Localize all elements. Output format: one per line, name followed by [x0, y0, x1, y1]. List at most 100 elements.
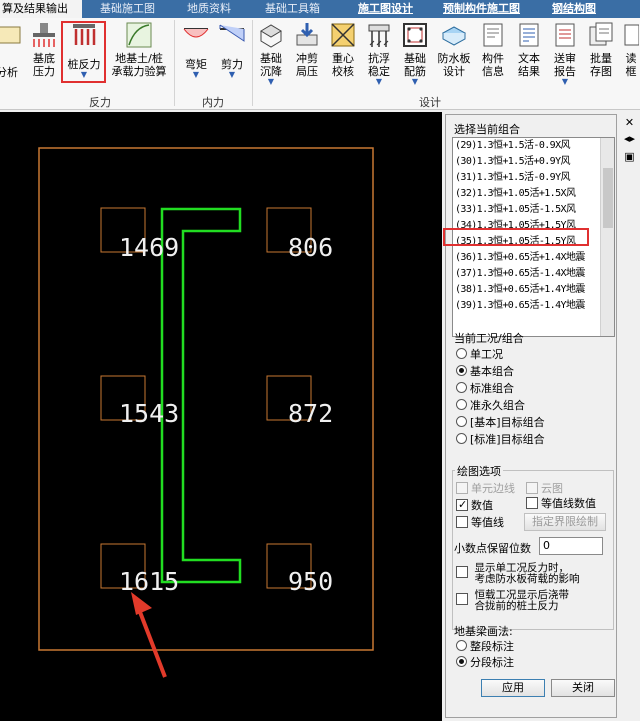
- ribbon-tabbar: 算及结果输出 基础施工图 地质资料 基础工具箱 施工图设计 预制构件施工图 钢结…: [0, 0, 640, 18]
- opt-cloud[interactable]: 云图: [526, 482, 563, 498]
- shear-wall-outline: [160, 207, 242, 584]
- ribbon: 分析 基底 压力 桩反力 ▼ 地基土/桩 承载力验算 弯矩 ▼ 剪力 ▼ 基础 …: [0, 18, 640, 110]
- combo-list-item[interactable]: (29)1.3恒+1.5活-0.9X风: [453, 138, 614, 154]
- scrollbar-thumb[interactable]: [603, 168, 613, 228]
- radio-button[interactable]: [456, 399, 467, 410]
- settlement-button[interactable]: 基础 沉降 ▼: [254, 21, 288, 93]
- selected-combo-highlight: [443, 228, 589, 246]
- group-label-design: 设计: [419, 96, 441, 109]
- group-label-internal: 内力: [202, 96, 224, 109]
- foundation-drawing: 1469 806 1543 872 1615 950: [38, 147, 374, 678]
- tab-precast[interactable]: 预制构件施工图: [423, 0, 530, 18]
- radio-button[interactable]: [456, 365, 467, 376]
- radio-button[interactable]: [456, 433, 467, 444]
- base-pressure-icon: [33, 23, 55, 47]
- anti-float-icon: [368, 24, 390, 47]
- radio-button[interactable]: [456, 382, 467, 393]
- text-result-button[interactable]: 文本 结果: [512, 21, 546, 93]
- close-icon[interactable]: ✕: [623, 116, 636, 129]
- checkbox[interactable]: [456, 566, 468, 578]
- case-option[interactable]: [标准]目标组合: [456, 432, 545, 448]
- options-panel: 选择当前组合 (29)1.3恒+1.5活-0.9X风 (30)1.3恒+1.5活+…: [443, 114, 617, 718]
- drawing-canvas[interactable]: 1469 806 1543 872 1615 950: [0, 112, 442, 721]
- anti-float-button[interactable]: 抗浮 稳定 ▼: [362, 21, 396, 93]
- analysis-icon: [0, 26, 21, 44]
- dropdown-arrow-icon: ▼: [375, 77, 383, 86]
- member-info-button[interactable]: 构件 信息: [476, 21, 510, 93]
- tab-steel[interactable]: 钢结构图: [530, 0, 606, 18]
- opt-single-case-slab[interactable]: 显示单工况反力时， 考虑防水板荷载的影响: [456, 563, 580, 587]
- panel-toggle-icon[interactable]: ▣: [623, 150, 636, 163]
- base-pressure-button[interactable]: 基底 压力: [26, 21, 62, 93]
- opt-contour-value[interactable]: 等值线数值: [526, 497, 596, 513]
- group-label-reaction: 反力: [89, 96, 111, 109]
- moment-button[interactable]: 弯矩 ▼: [178, 21, 214, 93]
- radio-button[interactable]: [456, 416, 467, 427]
- radio-button[interactable]: [456, 640, 467, 651]
- review-report-button[interactable]: 送审 报告 ▼: [548, 21, 582, 93]
- combo-list-item[interactable]: (33)1.3恒+1.05活-1.5X风: [453, 202, 614, 218]
- tab-analysis-output[interactable]: 算及结果输出: [0, 0, 82, 18]
- dropdown-arrow-icon: ▼: [561, 77, 569, 86]
- checkbox[interactable]: [456, 516, 468, 528]
- pile-value-5: 1615: [119, 567, 179, 596]
- boundary-draw-button[interactable]: 指定界限绘制: [524, 513, 606, 531]
- checkbox[interactable]: [456, 593, 468, 605]
- text-result-icon: [519, 23, 539, 47]
- combo-list-item[interactable]: (30)1.3恒+1.5活+0.9Y风: [453, 154, 614, 170]
- combo-list-item[interactable]: (39)1.3恒+0.65活-1.4Y地震: [453, 298, 614, 314]
- beam-option[interactable]: 分段标注: [456, 655, 514, 671]
- waterproof-slab-button[interactable]: 防水板 设计: [434, 21, 474, 93]
- apply-button[interactable]: 应用: [481, 679, 545, 697]
- rebar-button[interactable]: 基础 配筋 ▼: [398, 21, 432, 93]
- case-option[interactable]: 准永久组合: [456, 398, 525, 414]
- punching-button[interactable]: 冲剪 局压: [290, 21, 324, 93]
- checkbox[interactable]: [526, 497, 538, 509]
- opt-contour[interactable]: 等值线: [456, 516, 504, 532]
- read-frame-button[interactable]: 读 框: [622, 21, 640, 93]
- decimal-input[interactable]: 0: [539, 537, 603, 555]
- tab-construction-design[interactable]: 施工图设计: [330, 0, 423, 18]
- panel-side-strip: ✕ ◂▸ ▣: [619, 112, 640, 721]
- dropdown-arrow-icon: ▼: [228, 70, 236, 79]
- decimal-label: 小数点保留位数: [454, 542, 531, 555]
- case-option[interactable]: 标准组合: [456, 381, 514, 397]
- annotation-arrow: [131, 592, 167, 678]
- tab-foundation-drawing[interactable]: 基础施工图: [82, 0, 165, 18]
- pile-value-1: 1469: [119, 233, 179, 262]
- opt-element-edge[interactable]: 单元边线: [456, 482, 515, 498]
- tab-toolbox[interactable]: 基础工具箱: [241, 0, 330, 18]
- case-title: 当前工况/组合: [454, 332, 524, 345]
- combo-list-item[interactable]: (36)1.3恒+0.65活+1.4X地震: [453, 250, 614, 266]
- tab-geology[interactable]: 地质资料: [165, 0, 241, 18]
- combo-list-item[interactable]: (37)1.3恒+0.65活-1.4X地震: [453, 266, 614, 282]
- settlement-icon: [260, 24, 282, 48]
- member-info-icon: [483, 23, 503, 47]
- dropdown-arrow-icon: ▼: [192, 70, 200, 79]
- opt-value[interactable]: 数值: [456, 498, 493, 515]
- foundation-capacity-button[interactable]: 地基土/桩 承载力验算: [106, 21, 172, 93]
- checkbox-checked[interactable]: [456, 498, 468, 512]
- combo-list-item[interactable]: (32)1.3恒+1.05活+1.5X风: [453, 186, 614, 202]
- shear-button[interactable]: 剪力 ▼: [214, 21, 250, 93]
- dock-arrows-icon[interactable]: ◂▸: [623, 132, 636, 145]
- gravity-check-button[interactable]: 重心 校核: [326, 21, 360, 93]
- batch-save-button[interactable]: 批量 存图: [584, 21, 618, 93]
- case-option[interactable]: [基本]目标组合: [456, 415, 545, 431]
- combo-list-item[interactable]: (38)1.3恒+0.65活+1.4Y地震: [453, 282, 614, 298]
- gravity-check-icon: [331, 23, 355, 47]
- checkbox[interactable]: [526, 482, 538, 494]
- radio-button[interactable]: [456, 656, 467, 667]
- combo-list-item[interactable]: (31)1.3恒+1.5活-0.9Y风: [453, 170, 614, 186]
- pile-value-6: 950: [288, 567, 333, 596]
- radio-button[interactable]: [456, 348, 467, 359]
- analysis-button[interactable]: 分析: [0, 21, 21, 93]
- case-option[interactable]: 单工况: [456, 347, 503, 363]
- list-scrollbar[interactable]: [600, 138, 614, 336]
- checkbox[interactable]: [456, 482, 468, 494]
- beam-option[interactable]: 整段标注: [456, 639, 514, 655]
- case-option[interactable]: 基本组合: [456, 364, 514, 380]
- opt-dead-load-post-pour[interactable]: 恒载工况显示后浇带 合拢前的桩土反力: [456, 590, 569, 614]
- pile-value-2: 806: [288, 233, 333, 262]
- close-button[interactable]: 关闭: [551, 679, 615, 697]
